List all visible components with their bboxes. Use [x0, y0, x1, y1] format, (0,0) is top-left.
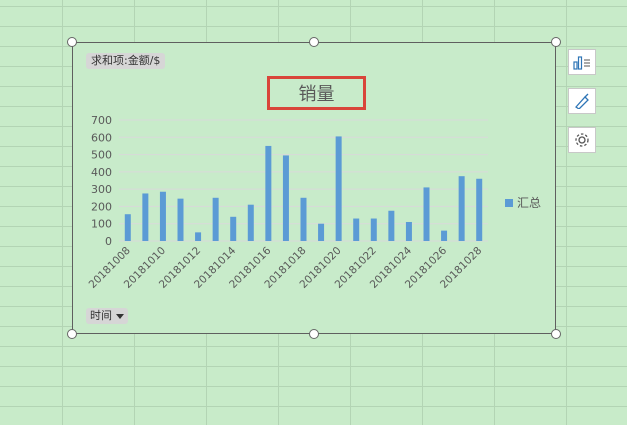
bar[interactable] — [124, 214, 131, 241]
bar[interactable] — [177, 198, 184, 241]
bar[interactable] — [282, 155, 289, 241]
legend-label: 汇总 — [517, 196, 542, 210]
bar[interactable] — [423, 187, 430, 241]
bar[interactable] — [300, 197, 307, 241]
bar[interactable] — [318, 223, 325, 241]
chart-style-button[interactable] — [568, 88, 596, 114]
chart-filter-button[interactable] — [568, 127, 596, 153]
y-tick-label: 0 — [105, 235, 112, 248]
bar[interactable] — [441, 230, 448, 241]
gear-icon — [575, 133, 589, 147]
bar[interactable] — [405, 221, 412, 241]
bar[interactable] — [370, 218, 377, 241]
bar[interactable] — [265, 145, 272, 241]
bar[interactable] — [458, 176, 465, 241]
y-tick-label: 200 — [91, 200, 112, 213]
bar[interactable] — [230, 216, 237, 241]
bar[interactable] — [159, 191, 166, 241]
bar[interactable] — [195, 232, 202, 241]
bar-chart-plot: 0100200300400500600700 20181008201810102… — [87, 114, 488, 291]
y-tick-label: 600 — [91, 131, 112, 144]
chart-elements-icon — [573, 56, 590, 70]
bar[interactable] — [142, 193, 149, 241]
bar[interactable] — [247, 204, 254, 241]
axis-field-button[interactable]: 时间 — [86, 308, 128, 324]
legend-swatch — [505, 198, 513, 207]
axis-field-label: 时间 — [90, 309, 112, 322]
chart-elements-button[interactable] — [568, 49, 596, 75]
y-tick-label: 100 — [91, 218, 112, 231]
y-tick-label: 700 — [91, 114, 112, 127]
y-tick-label: 500 — [91, 149, 112, 162]
y-tick-label: 400 — [91, 166, 112, 179]
bar[interactable] — [335, 136, 342, 241]
bar[interactable] — [212, 197, 219, 241]
bar[interactable] — [353, 218, 360, 241]
bar[interactable] — [476, 178, 483, 241]
bar[interactable] — [388, 210, 395, 241]
chart-style-brush-icon — [575, 93, 589, 109]
chart-legend[interactable]: 汇总 — [505, 194, 541, 211]
caret-down-icon — [116, 313, 124, 319]
y-tick-label: 300 — [91, 183, 112, 196]
